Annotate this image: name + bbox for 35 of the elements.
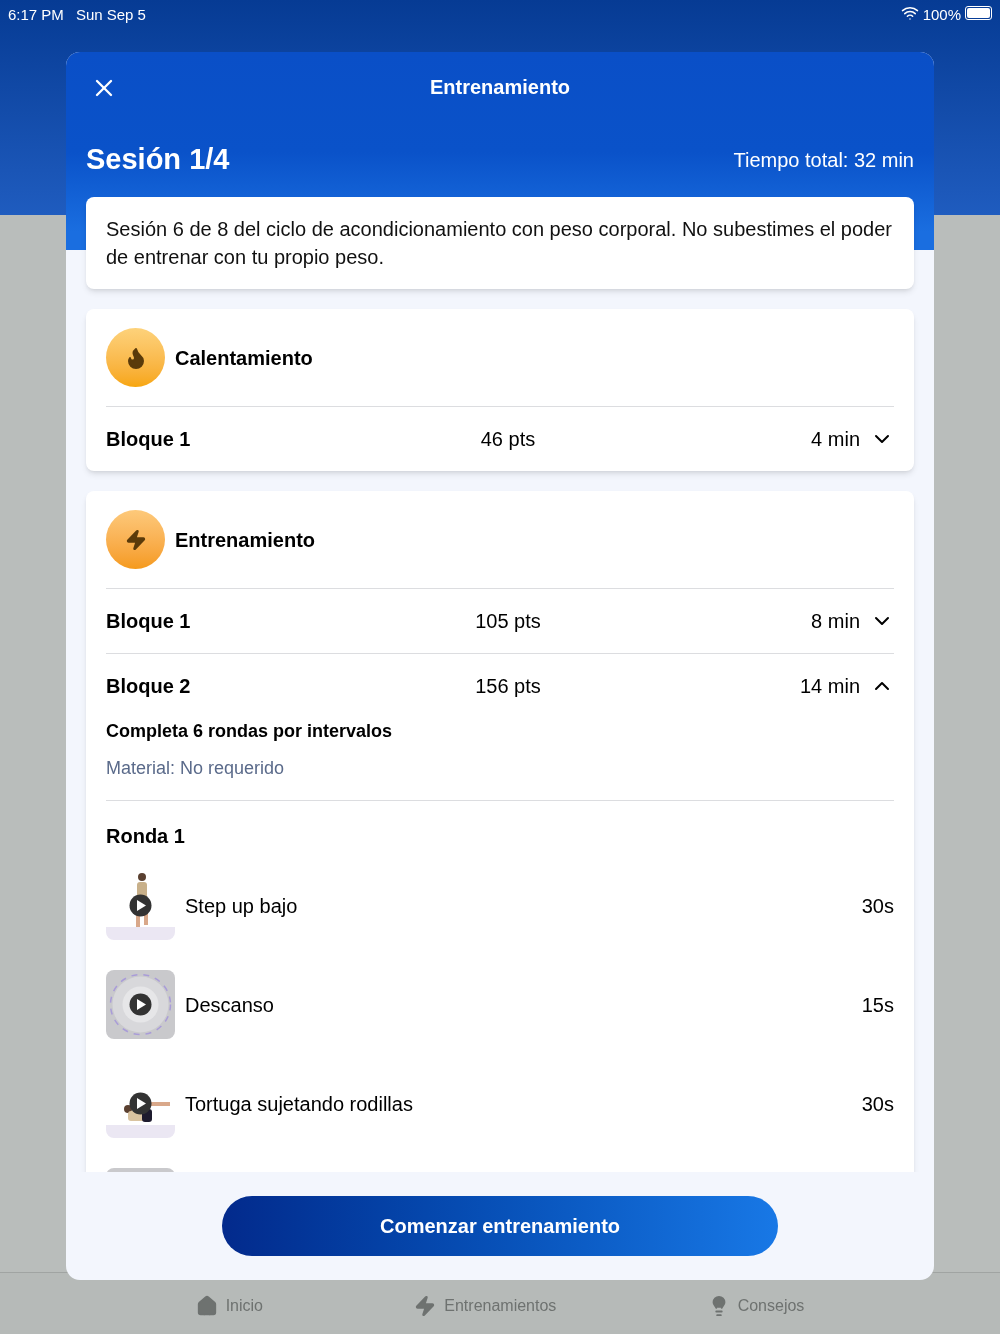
section-title: Calentamiento xyxy=(175,345,313,371)
exercise-name[interactable]: Tortuga sujetando rodillas xyxy=(185,1088,852,1119)
home-icon xyxy=(195,1294,218,1317)
wifi-icon xyxy=(900,4,919,22)
block-duration: 8 min xyxy=(810,609,860,634)
battery-percent: 100% xyxy=(922,5,961,25)
exercise-duration: 15s xyxy=(861,992,894,1018)
block-instructions: Completa 6 rondas por intervalos xyxy=(106,720,394,743)
block-row[interactable]: Bloque 1 46 pts 4 min xyxy=(106,407,894,471)
block-name: Bloque 2 xyxy=(106,674,192,699)
status-time: 6:17 PM xyxy=(8,5,64,24)
block-points: 156 pts xyxy=(474,674,542,699)
block-row[interactable]: Bloque 1 105 pts 8 min xyxy=(106,589,894,653)
block-duration: 4 min xyxy=(810,427,860,452)
material-text: Material: No requerido xyxy=(106,757,286,780)
status-date: Sun Sep 5 xyxy=(75,5,146,24)
start-workout-button[interactable]: Comenzar entrenamiento xyxy=(222,1196,778,1256)
total-time: Tiempo total: 32 min xyxy=(733,147,914,173)
block-name: Bloque 1 xyxy=(106,427,192,452)
round-title: Ronda 1 xyxy=(106,825,185,847)
session-title: Sesión 1/4 xyxy=(86,141,230,177)
block-points: 46 pts xyxy=(479,427,537,452)
lightning-icon xyxy=(414,1294,437,1317)
block-name: Bloque 1 xyxy=(106,609,192,634)
section-title: Entrenamiento xyxy=(175,527,316,553)
block-points: 105 pts xyxy=(474,609,542,634)
exercise-duration: 30s xyxy=(861,1091,894,1117)
exercise-name[interactable]: Descanso xyxy=(185,989,852,1020)
battery-icon xyxy=(965,6,992,20)
block-row[interactable]: Bloque 2 156 pts 14 min xyxy=(106,654,894,718)
modal-title: Entrenamiento xyxy=(430,75,570,100)
block-duration: 14 min xyxy=(798,674,860,699)
description-text: Sesión 6 de 8 del ciclo de acondicionamiento con peso corporal. No subestimes el poder de entrenar con tu propio peso. xyxy=(106,217,894,270)
exercise-name[interactable]: Step up bajo xyxy=(185,890,852,921)
exercise-duration: 30s xyxy=(861,893,894,919)
